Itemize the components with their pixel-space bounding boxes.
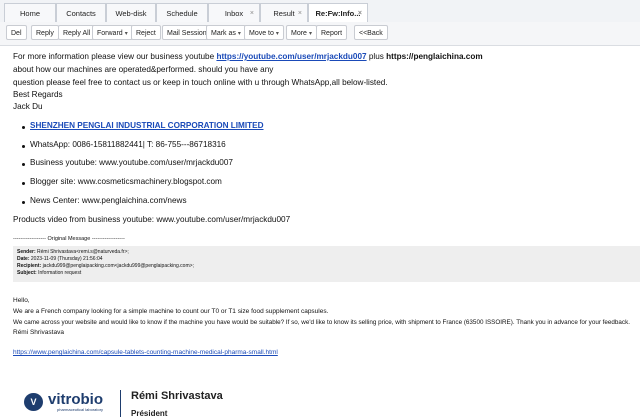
vitrobio-logo-text: vitrobio (48, 391, 103, 408)
news-line: News Center: www.penglaichina.com/news (30, 196, 187, 205)
sender-name: Jack Du (13, 102, 43, 111)
bullet (22, 201, 25, 204)
original-paragraph: We are a French company looking for a si… (13, 308, 329, 315)
mark-as-button[interactable]: Mark as ▾ (206, 25, 246, 40)
subject-label: Subject: (17, 270, 37, 276)
original-paragraph: We came across your website and would li… (13, 319, 630, 326)
header-sender: Sender: Rémi Shrivastava<remi.s@naturved… (17, 249, 636, 256)
recipient-value: jackdu999@penglaipacking.com<jackdu999@p… (42, 263, 194, 269)
intro-text: For more information please view our bus… (13, 52, 217, 61)
more-label: More (291, 30, 307, 37)
mark-as-label: Mark as (211, 30, 236, 37)
intro-line: For more information please view our bus… (13, 51, 483, 62)
website-link[interactable]: https://penglaichina.com (386, 52, 482, 61)
report-button[interactable]: Report (316, 25, 348, 40)
close-icon[interactable]: × (298, 4, 302, 23)
original-signoff: Rémi Shrivastava (13, 329, 64, 336)
close-icon[interactable]: × (250, 4, 254, 23)
move-to-button[interactable]: Move to ▾ (244, 25, 284, 40)
tab-schedule[interactable]: Schedule (156, 3, 208, 22)
products-line: Products video from business youtube: ww… (13, 215, 291, 224)
bullet (22, 145, 25, 148)
tab-label: Contacts (66, 9, 96, 18)
tab-label: Schedule (166, 9, 198, 18)
tab-label: Home (19, 9, 40, 18)
original-divider: ------------------ Original Message ----… (13, 236, 125, 242)
chevron-down-icon: ▾ (275, 31, 279, 37)
tab-home[interactable]: Home (4, 3, 56, 22)
header-date: Date: 2023-11-09 (Thursday) 21:56:04 (17, 256, 636, 263)
regards: Best Regards (13, 90, 63, 99)
tab-result[interactable]: Result × (260, 3, 308, 22)
signature-name: Rémi Shrivastava (131, 390, 223, 402)
forward-label: Forward (97, 30, 123, 37)
youtube-link[interactable]: https://youtube.com/user/mrjackdu007 (216, 52, 366, 61)
reject-button[interactable]: Reject (131, 25, 161, 40)
forward-button[interactable]: Forward ▾ (92, 25, 133, 40)
header-recipient: Recipient: jackdu999@penglaipacking.com<… (17, 263, 636, 270)
reply-button[interactable]: Reply (31, 25, 59, 40)
tab-re-fw-info[interactable]: Re:Fw:Info... × (308, 3, 368, 22)
whatsapp-line: WhatsApp: 0086-15811882441| T: 86-755---… (30, 140, 226, 149)
tab-label: Result (273, 9, 295, 18)
tab-contacts[interactable]: Contacts (56, 3, 106, 22)
youtube-line: Business youtube: www.youtube.com/user/m… (30, 158, 233, 167)
blogger-line: Blogger site: www.cosmeticsmachinery.blo… (30, 177, 222, 186)
sender-label: Sender: (17, 249, 36, 255)
product-url-link[interactable]: https://www.penglaichina.com/capsule-tab… (13, 349, 278, 356)
back-button[interactable]: <<Back (354, 25, 388, 40)
bullet (22, 163, 25, 166)
more-button[interactable]: More ▾ (286, 25, 317, 40)
tab-inbox[interactable]: Inbox × (208, 3, 260, 22)
delete-button[interactable]: Del (6, 25, 27, 40)
date-value: 2023-11-09 (Thursday) 21:56:04 (30, 256, 103, 262)
bullet (22, 182, 25, 185)
move-to-label: Move to (249, 30, 274, 37)
original-greeting: Hello, (13, 297, 30, 304)
original-header: Sender: Rémi Shrivastava<remi.s@naturved… (13, 246, 640, 282)
tab-bar: Home Contacts Web-disk Schedule Inbox × R… (0, 0, 640, 23)
chevron-down-icon: ▾ (124, 31, 128, 37)
body-line: question please feel free to contact us … (13, 78, 388, 87)
intro-plus: plus (366, 52, 387, 61)
date-label: Date: (17, 256, 30, 262)
recipient-label: Recipient: (17, 263, 42, 269)
header-subject: Subject: Information request (17, 270, 636, 277)
message-body: For more information please view our bus… (0, 46, 640, 417)
sender-value: Rémi Shrivastava<remi.s@naturveda.fr>; (37, 249, 129, 255)
bullet (22, 126, 25, 129)
mail-session-button[interactable]: Mail Session (162, 25, 212, 40)
chevron-down-icon: ▾ (237, 31, 241, 37)
tab-label: Re:Fw:Info... (315, 9, 361, 18)
toolbar: Del Reply Reply All Forward ▾ Reject Mail… (0, 22, 640, 46)
tab-label: Web-disk (115, 9, 147, 18)
reply-all-button[interactable]: Reply All (58, 25, 96, 40)
close-icon[interactable]: × (358, 4, 362, 23)
signature-divider (120, 390, 121, 417)
company-link[interactable]: SHENZHEN PENGLAI INDUSTRIAL CORPORATION … (30, 121, 264, 130)
tab-label: Inbox (224, 9, 244, 18)
tab-web-disk[interactable]: Web-disk (106, 3, 156, 22)
subject-value: Information request (38, 270, 82, 276)
body-line: about how our machines are operated&perf… (13, 65, 274, 74)
vitrobio-logo-subtitle: pharmaceutical laboratory (57, 407, 104, 412)
signature-role: Président (131, 409, 168, 417)
chevron-down-icon: ▾ (308, 31, 312, 37)
vitrobio-logo-icon: V (24, 393, 43, 411)
